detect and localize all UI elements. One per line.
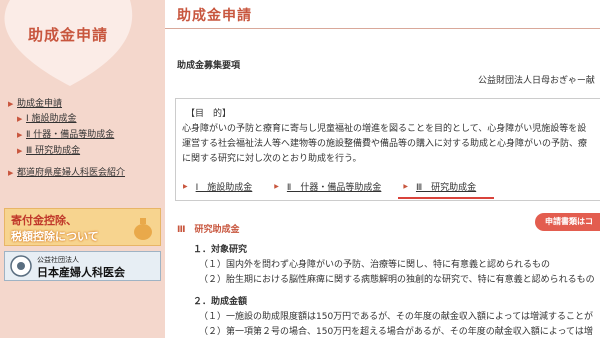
sidebar-item-prefecture-associations[interactable]: ▶ 都道府県産婦人科医会紹介 xyxy=(8,166,163,180)
heart-icon xyxy=(0,0,165,92)
arrow-icon: ▶ xyxy=(17,147,23,155)
tax-banner-line1: 寄付金控除、 xyxy=(11,214,77,227)
tax-deduction-banner[interactable]: 寄付金控除、 税額控除について xyxy=(4,208,161,246)
grant-amount-heading: ２．助成金額 xyxy=(193,297,248,307)
sidebar-item-equipment-grant[interactable]: ▶ Ⅱ 什器・備品等助成金 xyxy=(8,127,163,143)
divider xyxy=(165,28,600,29)
sidebar-item-label: 都道府県産婦人科医会紹介 xyxy=(17,168,126,178)
arrow-icon: ▶ xyxy=(403,183,408,190)
jaog-banner[interactable]: 公益社団法人 日本産婦人科医会 xyxy=(4,251,161,281)
current-section-title: Ⅲ 研究助成金 xyxy=(177,225,240,235)
target-research-item: （２）胎生期における脳性麻痺に関する病態解明の独創的な研究で、特に有意義と認めら… xyxy=(199,275,595,285)
organization-name: 公益財団法人日母おぎゃー献 xyxy=(478,76,595,86)
tab-facility-grant[interactable]: ▶ Ⅰ 施設助成金 xyxy=(183,180,252,193)
heart-header: 助成金申請 xyxy=(0,0,165,92)
application-forms-button[interactable]: 申請書類はコ xyxy=(535,213,600,231)
page-title: 助成金申請 xyxy=(177,8,252,24)
grant-amount-item: （２）第一項第２号の場合、150万円を超える場合があるが、その年度の献金収入額に… xyxy=(199,327,593,337)
arrow-icon: ▶ xyxy=(8,169,14,177)
purpose-text: 心身障がいの予防と療育に寄与し児童福祉の増進を図ることを目的として、心身障がい児… xyxy=(182,122,600,167)
tab-research-grant[interactable]: ▶ Ⅲ 研究助成金 xyxy=(403,180,476,193)
purpose-line: 運営する社会福祉法人等へ建物等の施設整備費や備品等の購入に対する助成と心身障がい… xyxy=(182,139,588,149)
purpose-line: に関する研究に対し次のとおり助成を行う。 xyxy=(182,154,362,164)
tab-label: Ⅲ 研究助成金 xyxy=(415,183,477,193)
target-research-item: （１）国内外を問わず心身障がいの予防、治療等に関し、特に有意義と認められるもの xyxy=(199,260,551,270)
target-research-heading: １．対象研究 xyxy=(193,245,248,255)
arrow-icon: ▶ xyxy=(274,183,279,190)
tab-label: Ⅰ 施設助成金 xyxy=(195,183,253,193)
main-content: 助成金申請 助成金募集要項 公益財団法人日母おぎゃー献 【目 的】 心身障がいの… xyxy=(165,0,600,338)
arrow-icon: ▶ xyxy=(183,183,188,190)
grant-amount-item: （１）一施設の助成限度額は150万円であるが、その年度の献金収入額によっては増減… xyxy=(199,312,594,322)
sidebar-title: 助成金申請 xyxy=(28,26,109,44)
purpose-label: 【目 的】 xyxy=(186,109,232,119)
sidebar-item-label: Ⅱ 什器・備品等助成金 xyxy=(26,130,115,140)
section-heading: 助成金募集要項 xyxy=(177,61,241,71)
tab-equipment-grant[interactable]: ▶ Ⅱ 什器・備品等助成金 xyxy=(274,180,381,193)
sidebar-item-label: 助成金申請 xyxy=(17,99,63,109)
sidebar-nav: ▶ 助成金申請 ▶ Ⅰ 施設助成金 ▶ Ⅱ 什器・備品等助成金 ▶ Ⅲ 研究助成… xyxy=(8,97,163,180)
grant-tabs: ▶ Ⅰ 施設助成金 ▶ Ⅱ 什器・備品等助成金 ▶ Ⅲ 研究助成金 xyxy=(183,180,498,193)
tax-banner-line2: 税額控除について xyxy=(11,230,99,243)
tab-label: Ⅱ 什器・備品等助成金 xyxy=(286,183,382,193)
arrow-icon: ▶ xyxy=(17,115,23,123)
money-bag-icon xyxy=(134,218,152,240)
sidebar-item-label: Ⅲ 研究助成金 xyxy=(26,146,81,156)
sidebar-item-facility-grant[interactable]: ▶ Ⅰ 施設助成金 xyxy=(8,111,163,127)
sidebar-item-label: Ⅰ 施設助成金 xyxy=(26,114,77,124)
purpose-line: 心身障がいの予防と療育に寄与し児童福祉の増進を図ることを目的として、心身障がい児… xyxy=(182,124,587,134)
arrow-icon: ▶ xyxy=(17,131,23,139)
arrow-icon: ▶ xyxy=(8,100,14,108)
sidebar: 助成金申請 ▶ 助成金申請 ▶ Ⅰ 施設助成金 ▶ Ⅱ 什器・備品等助成金 ▶ … xyxy=(0,0,165,338)
sidebar-item-research-grant[interactable]: ▶ Ⅲ 研究助成金 xyxy=(8,143,163,159)
sidebar-item-grant-application[interactable]: ▶ 助成金申請 xyxy=(8,97,163,111)
active-tab-indicator xyxy=(398,197,494,199)
jaog-logo-icon xyxy=(10,255,32,277)
jaog-banner-name: 日本産婦人科医会 xyxy=(37,266,125,279)
